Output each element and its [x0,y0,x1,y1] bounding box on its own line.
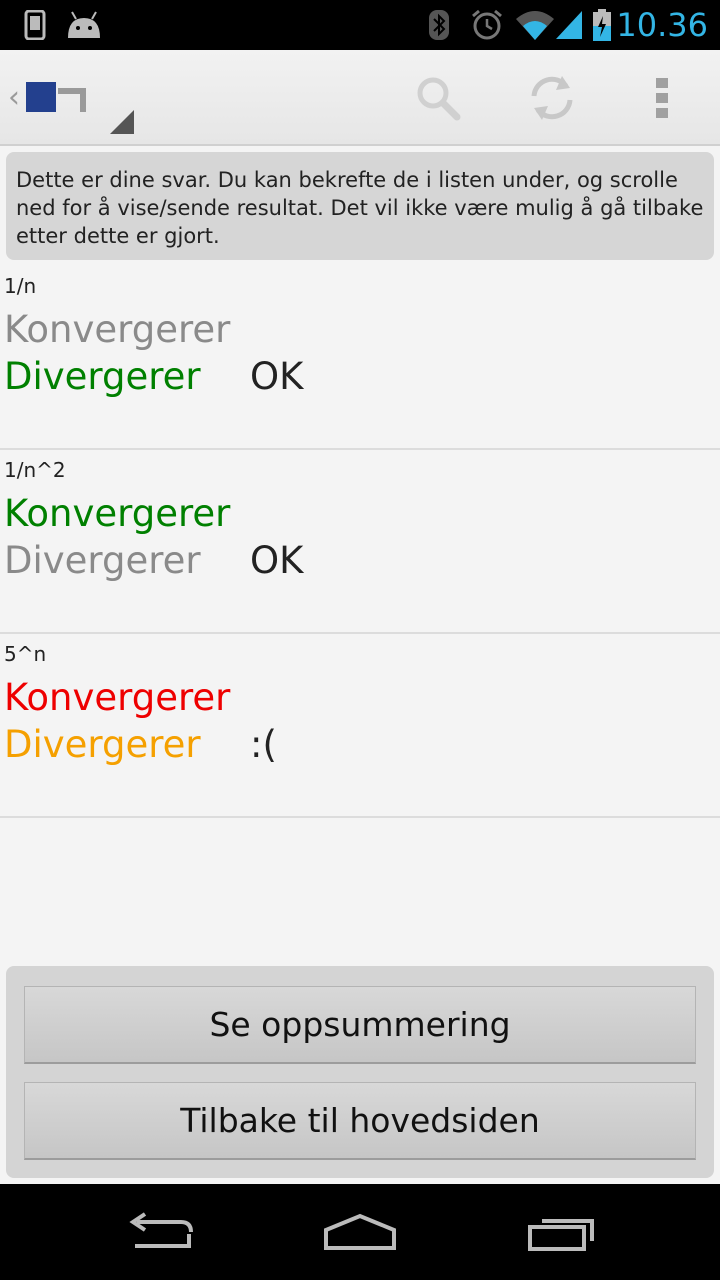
option-diverges: Divergerer [4,355,201,398]
refresh-icon[interactable] [504,50,600,146]
verdict-label: OK [250,355,304,398]
verdict-label: :( [250,723,277,766]
app-logo-icon[interactable] [26,80,90,116]
overflow-menu-icon[interactable] [614,50,710,146]
option-converges: Konvergerer [4,676,231,719]
question-label: 5^n [4,642,47,666]
up-indicator-icon[interactable]: ‹ [8,80,20,115]
battery-charging-icon [592,0,612,50]
answer-item: 1/n^2 Konvergerer Divergerer OK [0,450,720,634]
summary-button[interactable]: Se oppsummering [24,986,696,1064]
phone-icon [24,0,46,50]
signal-icon [554,0,584,50]
bottom-button-panel: Se oppsummering Tilbake til hovedsiden [6,966,714,1178]
question-label: 1/n^2 [4,458,66,482]
verdict-label: OK [250,539,304,582]
wifi-icon [514,0,556,50]
info-message: Dette er dine svar. Du kan bekrefte de i… [6,152,714,260]
bluetooth-icon [428,0,450,50]
navigation-bar [0,1184,720,1280]
answer-item: 1/n Konvergerer Divergerer OK [0,266,720,450]
back-icon[interactable] [100,1184,220,1280]
android-icon [64,0,104,50]
option-converges: Konvergerer [4,492,231,535]
back-home-button[interactable]: Tilbake til hovedsiden [24,1082,696,1160]
option-diverges: Divergerer [4,723,201,766]
spinner-indicator-icon[interactable] [110,110,134,134]
option-converges: Konvergerer [4,308,231,351]
alarm-icon [470,0,504,50]
search-icon[interactable] [390,50,486,146]
option-diverges: Divergerer [4,539,201,582]
question-label: 1/n [4,274,37,298]
home-icon[interactable] [300,1184,420,1280]
status-bar: 10.36 [0,0,720,50]
answer-item: 5^n Konvergerer Divergerer :( [0,634,720,818]
status-time: 10.36 [616,6,708,44]
action-bar: ‹ [0,50,720,146]
recent-apps-icon[interactable] [502,1184,622,1280]
